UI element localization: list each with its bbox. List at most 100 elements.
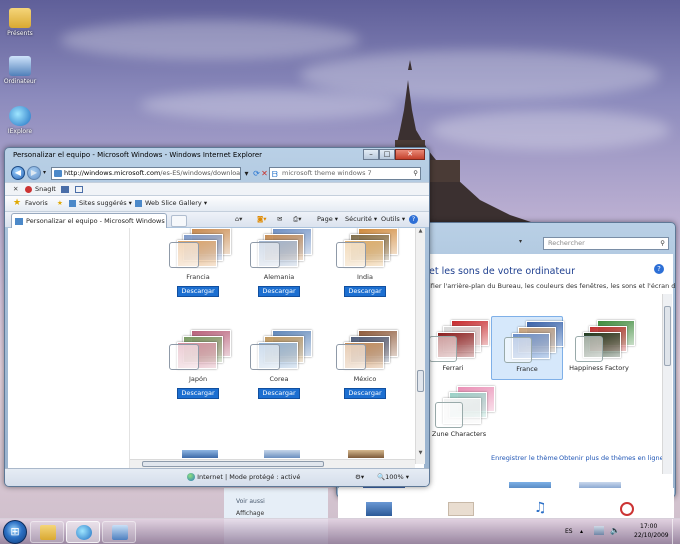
control-panel-search-input[interactable]: Rechercher ⚲ (543, 237, 669, 250)
screensaver-icon[interactable] (620, 502, 634, 516)
volume-icon[interactable]: 🔈 (610, 526, 620, 535)
security-menu[interactable]: Sécurité ▾ (345, 212, 377, 227)
minimize-button[interactable]: – (363, 149, 379, 160)
close-button[interactable]: ✕ (395, 149, 425, 160)
home-icon[interactable]: ⌂▾ (235, 212, 242, 227)
maximize-button[interactable]: □ (379, 149, 395, 160)
snagit-window-icon[interactable] (75, 186, 83, 193)
help-icon[interactable]: ? (654, 264, 664, 274)
scroll-up-icon[interactable]: ▲ (416, 228, 425, 237)
window-color-swatch (504, 337, 532, 363)
protected-mode-icon[interactable]: ⚙▾ (355, 469, 364, 485)
taskbar-control-panel-button[interactable] (102, 521, 136, 543)
address-domain: http://windows.microsoft.com (64, 169, 161, 177)
theme-preview (250, 330, 312, 370)
help-menu[interactable]: ? (409, 215, 418, 224)
favorites-star-icon[interactable]: ★ (13, 196, 21, 211)
search-icon[interactable]: ⚲ (413, 168, 418, 179)
close-toolbar-icon[interactable]: ✕ (13, 183, 18, 195)
desktop-icon-computer[interactable]: Ordinateur (2, 56, 38, 85)
save-theme-link[interactable]: Enregistrer le thème (491, 454, 558, 462)
theme-name: Corea (269, 375, 289, 383)
page-menu[interactable]: Page ▾ (317, 212, 338, 227)
download-button[interactable]: Descargar (344, 286, 386, 297)
zoom-control[interactable]: 🔍100% ▾ (377, 469, 409, 485)
personalization-bottom-items: ♫ (338, 488, 674, 518)
desktop-icon-label: Ordinateur (3, 78, 37, 85)
address-path: /es-ES/windows/downloa (160, 169, 241, 177)
scrollbar-thumb[interactable] (664, 306, 671, 366)
address-dropdown-icon[interactable]: ▾ (519, 238, 522, 245)
vertical-scrollbar[interactable] (662, 294, 672, 474)
tools-menu[interactable]: Outils ▾ (381, 212, 405, 227)
back-button[interactable]: ◀ (11, 166, 25, 180)
start-button[interactable]: ⊞ (3, 520, 27, 544)
theme-alemania: Alemania Descargar (234, 228, 324, 308)
favorites-bar: ★ Favoris ★ Sites suggérés ▾ Web Slice G… (5, 195, 429, 211)
theme-preview (169, 228, 231, 268)
scrollbar-thumb[interactable] (417, 370, 424, 392)
theme-name: Alemania (263, 273, 295, 281)
internet-explorer-window[interactable]: Personalizar el equipo - Microsoft Windo… (4, 147, 430, 487)
clock-date[interactable]: 22/10/2009 (634, 532, 669, 539)
theme-france[interactable]: France (491, 316, 564, 380)
download-button[interactable]: Descargar (177, 286, 219, 297)
zone-info: Internet | Mode protégé : activé (187, 469, 300, 485)
window-color-swatch (250, 242, 280, 268)
theme-corea: Corea Descargar (234, 330, 324, 410)
zoom-level: 100% (385, 473, 404, 481)
download-button[interactable]: Descargar (258, 388, 300, 399)
theme-preview (429, 320, 489, 362)
favorites-button[interactable]: Favoris (25, 196, 48, 211)
taskbar-explorer-button[interactable] (30, 521, 64, 543)
download-button[interactable]: Descargar (177, 388, 219, 399)
suggested-sites-button[interactable]: Sites suggérés ▾ (79, 196, 132, 211)
language-indicator[interactable]: ES (565, 528, 573, 535)
vertical-scrollbar[interactable]: ▲ ▼ (415, 228, 425, 464)
more-themes-link[interactable]: Obtenir plus de thèmes en ligne (559, 454, 664, 462)
tray-expand-icon[interactable]: ▴ (580, 528, 583, 535)
recent-pages-dropdown[interactable]: ▾ (43, 169, 46, 176)
theme-francia: Francia Descargar (153, 228, 243, 308)
theme-happiness-factory[interactable]: Happiness Factory (563, 316, 635, 380)
folder-icon (40, 525, 56, 540)
snagit-icon[interactable] (25, 186, 32, 193)
links-toolbar: ✕ SnagIt (5, 182, 429, 195)
status-text: Internet | Mode protégé : activé (197, 473, 301, 481)
mail-icon[interactable]: ✉ (277, 212, 282, 227)
desktop-icon-iexplore[interactable]: IExplore (2, 106, 38, 135)
download-button[interactable]: Descargar (344, 388, 386, 399)
horizontal-scrollbar[interactable] (130, 459, 415, 468)
download-button[interactable]: Descargar (258, 286, 300, 297)
add-favorite-icon[interactable]: ★ (57, 196, 63, 211)
taskbar-ie-button[interactable] (66, 521, 100, 543)
theme-sound-thumb (366, 502, 392, 516)
feeds-icon[interactable]: ◙▾ (257, 212, 267, 227)
desktop-icon-folder[interactable]: Présents (2, 8, 38, 37)
search-icon[interactable]: ⚲ (660, 238, 665, 249)
print-icon[interactable]: ⎙▾ (293, 212, 301, 227)
scroll-down-icon[interactable]: ▼ (416, 450, 425, 459)
snagit-capture-icon[interactable] (61, 186, 69, 193)
theme-india: India Descargar (320, 228, 410, 308)
snagit-button[interactable]: SnagIt (35, 183, 56, 195)
search-input[interactable]: ᗷ microsoft theme windows 7 ⚲ (269, 167, 421, 180)
theme-zune-characters[interactable]: Zune Characters (423, 382, 495, 446)
network-icon[interactable] (594, 526, 604, 535)
forward-button[interactable]: ▶ (27, 166, 41, 180)
tab-personalizar[interactable]: Personalizar el equipo - Microsoft Windo… (11, 213, 167, 228)
status-bar: Internet | Mode protégé : activé ⚙▾ 🔍100… (5, 468, 429, 486)
search-placeholder: Rechercher (548, 239, 585, 247)
theme-mexico: México Descargar (320, 330, 410, 410)
theme-name: Francia (186, 273, 210, 281)
clock-time[interactable]: 17:00 (640, 523, 657, 530)
sounds-icon[interactable]: ♫ (534, 500, 547, 516)
theme-preview (336, 228, 398, 268)
address-bar[interactable]: http://windows.microsoft.com/es-ES/windo… (51, 167, 241, 180)
new-tab-button[interactable] (171, 215, 187, 227)
internet-explorer-icon (9, 106, 31, 126)
display-link[interactable]: Affichage (236, 510, 264, 517)
show-desktop-button[interactable] (672, 519, 680, 544)
scrollbar-thumb[interactable] (142, 461, 324, 467)
web-slice-gallery-button[interactable]: Web Slice Gallery ▾ (145, 196, 207, 211)
